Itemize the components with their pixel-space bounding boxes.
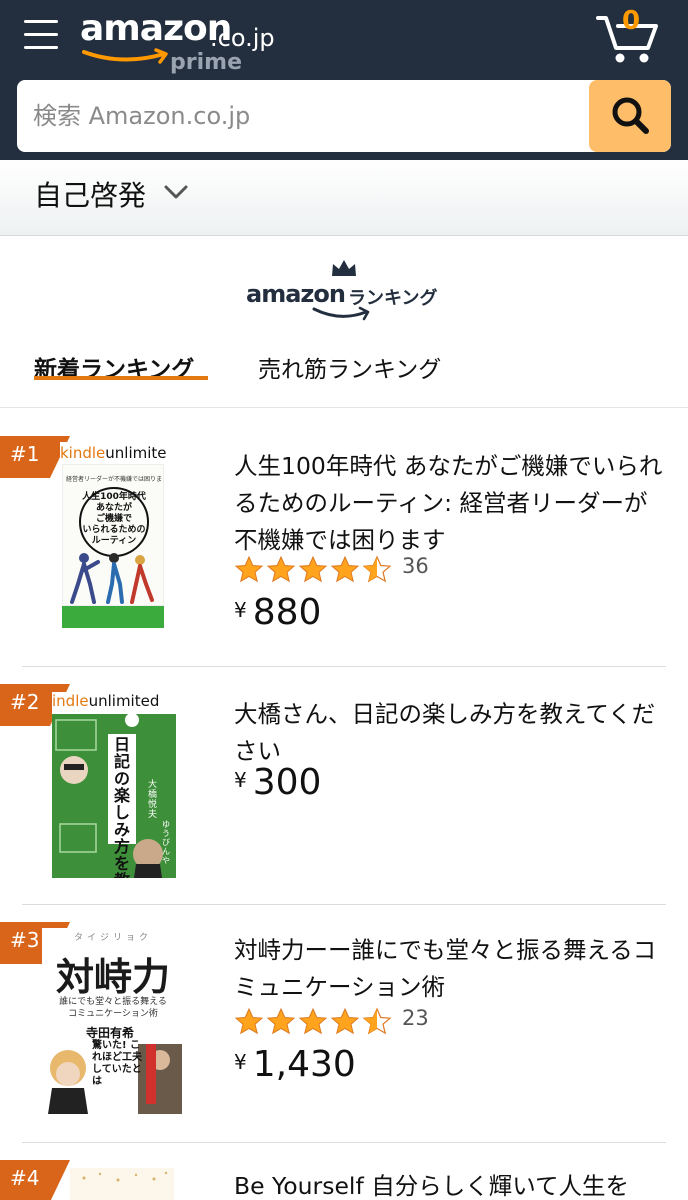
price: ¥880 — [234, 592, 322, 633]
cover-illustration — [70, 553, 154, 604]
logo-prime: prime — [170, 50, 242, 75]
rank-number: #2 — [10, 690, 40, 714]
rank-number: #4 — [10, 1166, 40, 1190]
ranking-logo-brand: amazon — [246, 280, 346, 308]
top-header: amazon .co.jp prime 0 — [0, 0, 688, 160]
star-rating-icon — [234, 555, 392, 583]
logo-tld: .co.jp — [210, 24, 275, 52]
price: ¥1,430 — [234, 1044, 356, 1085]
active-tab-underline — [34, 376, 208, 380]
search-input[interactable] — [17, 80, 587, 152]
rank-number: #1 — [10, 442, 40, 466]
rank-number: #3 — [10, 928, 40, 952]
cart-count: 0 — [622, 6, 641, 36]
menu-icon[interactable] — [24, 18, 58, 50]
amazon-logo[interactable]: amazon .co.jp prime — [80, 8, 280, 75]
kindle-unlimited-label: indleunlimited — [52, 692, 176, 714]
ranking-item-2[interactable]: #2 indleunlimited 日記の楽しみ方を教えてください 大橋悦夫 ゆ… — [0, 684, 688, 902]
ranking-logo: amazon ランキング — [246, 258, 446, 328]
cart-button[interactable]: 0 — [596, 6, 660, 64]
chevron-down-icon — [164, 185, 188, 199]
book-title[interactable]: 大橋さん、日記の楽しみ方を教えてください — [234, 696, 670, 770]
item-divider — [22, 1142, 666, 1143]
rank-badge: #4 — [0, 1160, 70, 1200]
book-cover[interactable]: タイジリョク 対峙力 誰にでも堂々と振る舞える コミュニケーション術 寺田有希 … — [42, 928, 184, 1114]
logo-smile-icon — [82, 48, 168, 64]
rating-count: 23 — [402, 1006, 429, 1030]
ranking-item-4[interactable]: #4 Be Yourself 自分らしく輝いて人生を — [0, 1160, 688, 1200]
ranking-item-1[interactable]: #1 kindleunlimited 経営者リーダーが不機嫌では困ります 人生1… — [0, 436, 688, 666]
ranking-item-3[interactable]: #3 タイジリョク 対峙力 誰にでも堂々と振る舞える コミュニケーション術 寺田… — [0, 922, 688, 1140]
book-cover[interactable]: kindleunlimited 経営者リーダーが不機嫌では困ります 人生100年… — [60, 442, 166, 628]
tabs-divider — [0, 407, 688, 408]
cover-main-text: 日記の楽しみ方を教えてください — [113, 735, 130, 878]
star-rating[interactable]: 23 — [234, 1006, 494, 1036]
category-bar[interactable]: 自己啓発 — [0, 160, 688, 236]
item-divider — [22, 666, 666, 667]
search-bar — [17, 80, 671, 152]
logo-text: amazon — [80, 8, 232, 49]
category-label: 自己啓発 — [34, 179, 147, 212]
book-cover[interactable] — [70, 1168, 174, 1200]
crown-icon — [332, 260, 356, 276]
kindle-unlimited-label: kindleunlimited — [60, 444, 166, 462]
item-divider — [22, 904, 666, 905]
ranking-smile-icon — [312, 306, 370, 321]
rating-count: 36 — [402, 554, 429, 578]
star-rating[interactable]: 36 — [234, 554, 494, 584]
star-rating-icon — [234, 1007, 392, 1035]
price: ¥300 — [234, 762, 322, 803]
tab-bestseller-ranking[interactable]: 売れ筋ランキング — [258, 350, 441, 384]
book-title[interactable]: 対峙力ーー誰にでも堂々と振る舞えるコミュニケーション術 — [234, 932, 670, 1006]
book-title[interactable]: 人生100年時代 あなたがご機嫌でいられるためのルーティン: 経営者リーダーが不… — [234, 448, 670, 559]
cover-main-text: 対峙力 — [55, 955, 170, 999]
book-cover[interactable]: indleunlimited 日記の楽しみ方を教えてください 大橋悦夫 ゆうびん… — [52, 690, 176, 878]
search-icon — [612, 97, 649, 134]
book-title[interactable]: Be Yourself 自分らしく輝いて人生を — [234, 1168, 670, 1200]
search-button[interactable] — [589, 80, 671, 152]
